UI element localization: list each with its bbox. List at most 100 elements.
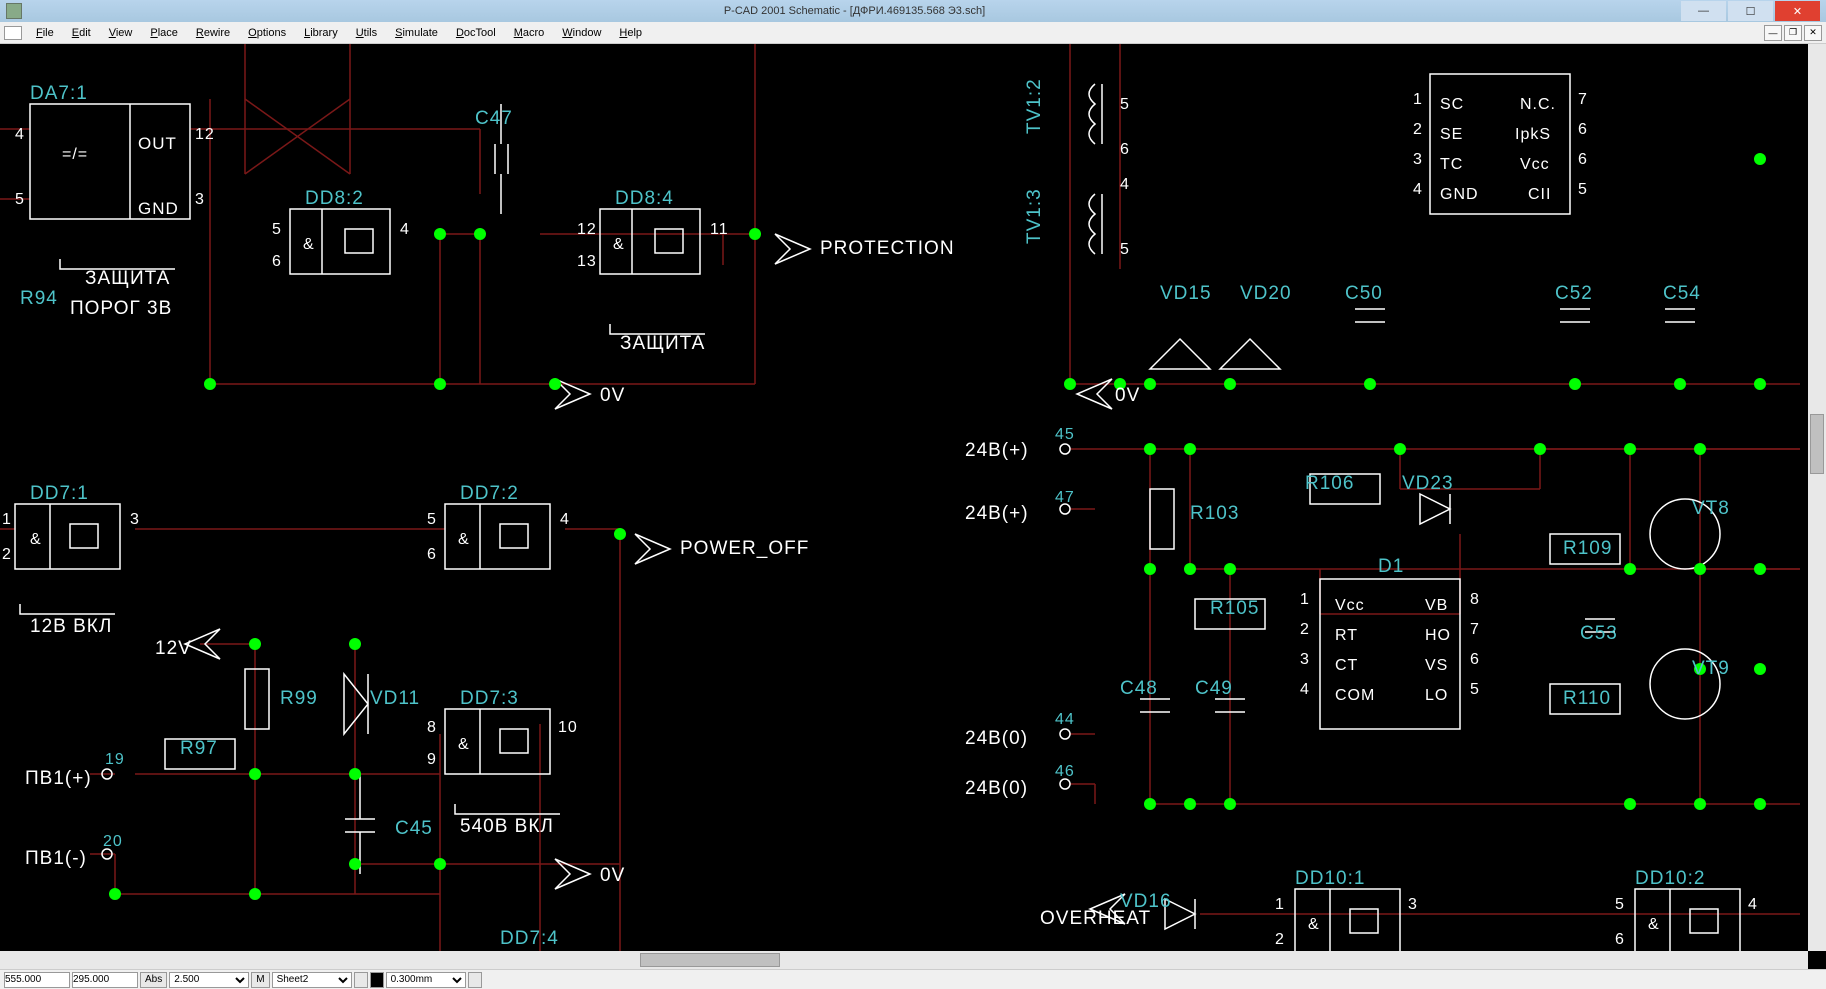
menu-help[interactable]: Help bbox=[611, 25, 650, 41]
mdi-close[interactable]: ✕ bbox=[1804, 25, 1822, 41]
menu-utils[interactable]: Utils bbox=[348, 25, 385, 41]
svg-text:8: 8 bbox=[427, 719, 437, 736]
menu-library[interactable]: Library bbox=[296, 25, 346, 41]
svg-text:5: 5 bbox=[427, 511, 437, 528]
label-C54: C54 bbox=[1663, 283, 1701, 304]
label-DD8-2: DD8:2 bbox=[305, 188, 364, 209]
svg-text:3: 3 bbox=[1413, 151, 1423, 168]
d1-vcc: Vcc bbox=[1335, 597, 1365, 614]
label-TV1-3: TV1:3 bbox=[1024, 188, 1045, 244]
ic-se: SE bbox=[1440, 126, 1463, 143]
svg-text:45: 45 bbox=[1055, 426, 1075, 443]
label-R105: R105 bbox=[1210, 598, 1259, 619]
menu-rewire[interactable]: Rewire bbox=[188, 25, 238, 41]
menu-edit[interactable]: Edit bbox=[64, 25, 99, 41]
svg-text:6: 6 bbox=[272, 253, 282, 270]
svg-text:&: & bbox=[458, 736, 470, 753]
label-12bvkl: 12B ВКЛ bbox=[30, 616, 112, 637]
svg-text:12: 12 bbox=[195, 126, 215, 143]
svg-text:&: & bbox=[30, 531, 42, 548]
svg-text:5: 5 bbox=[15, 191, 25, 208]
svg-text:6: 6 bbox=[1470, 651, 1480, 668]
svg-text:4: 4 bbox=[15, 126, 25, 143]
net-12v: 12V bbox=[155, 638, 192, 659]
label-D1: D1 bbox=[1378, 556, 1404, 577]
status-width-select[interactable]: 0.300mm bbox=[386, 972, 466, 988]
menu-doctool[interactable]: DocTool bbox=[448, 25, 504, 41]
ic-sc: SC bbox=[1440, 96, 1464, 113]
ic-vccp: Vcc bbox=[1520, 156, 1550, 173]
svg-text:6: 6 bbox=[1615, 931, 1625, 948]
menu-options[interactable]: Options bbox=[240, 25, 294, 41]
svg-text:5: 5 bbox=[272, 221, 282, 238]
mdi-restore[interactable]: ❐ bbox=[1784, 25, 1802, 41]
svg-text:7: 7 bbox=[1578, 91, 1588, 108]
label-C48: C48 bbox=[1120, 678, 1158, 699]
svg-text:&: & bbox=[1648, 916, 1660, 933]
label-R97: R97 bbox=[180, 738, 218, 759]
menu-place[interactable]: Place bbox=[142, 25, 186, 41]
label-DD7-4: DD7:4 bbox=[500, 928, 559, 949]
close-button[interactable]: ✕ bbox=[1775, 1, 1820, 21]
vertical-scrollbar[interactable] bbox=[1808, 44, 1826, 951]
d1-ct: CT bbox=[1335, 657, 1358, 674]
svg-text:4: 4 bbox=[1748, 896, 1758, 913]
menu-window[interactable]: Window bbox=[554, 25, 609, 41]
svg-text:3: 3 bbox=[1408, 896, 1418, 913]
label-DD7-1: DD7:1 bbox=[30, 483, 89, 504]
svg-text:&: & bbox=[303, 236, 315, 253]
label-DD8-4: DD8:4 bbox=[615, 188, 674, 209]
h-scroll-thumb[interactable] bbox=[640, 953, 780, 967]
d1-ho: HO bbox=[1425, 627, 1451, 644]
menu-file[interactable]: File bbox=[28, 25, 62, 41]
status-x[interactable] bbox=[4, 972, 70, 988]
svg-text:3: 3 bbox=[195, 191, 205, 208]
menu-macro[interactable]: Macro bbox=[506, 25, 553, 41]
label-C49: C49 bbox=[1195, 678, 1233, 699]
svg-text:47: 47 bbox=[1055, 489, 1075, 506]
svg-text:2: 2 bbox=[2, 546, 12, 563]
menu-simulate[interactable]: Simulate bbox=[387, 25, 446, 41]
d1-com: COM bbox=[1335, 687, 1375, 704]
status-grid-select[interactable]: 2.500 bbox=[169, 972, 249, 988]
status-misc[interactable] bbox=[468, 972, 482, 988]
label-R94: R94 bbox=[20, 288, 58, 309]
svg-text:1: 1 bbox=[1275, 896, 1285, 913]
ic-tc: TC bbox=[1440, 156, 1463, 173]
maximize-button[interactable]: ☐ bbox=[1728, 1, 1773, 21]
d1-rt: RT bbox=[1335, 627, 1358, 644]
status-y[interactable] bbox=[72, 972, 138, 988]
status-color-2[interactable] bbox=[370, 972, 384, 988]
status-color-1[interactable] bbox=[354, 972, 368, 988]
svg-text:11: 11 bbox=[710, 221, 729, 238]
v-scroll-thumb[interactable] bbox=[1810, 414, 1824, 474]
status-mode-button[interactable]: Abs bbox=[140, 972, 167, 988]
minimize-button[interactable]: — bbox=[1681, 1, 1726, 21]
svg-text:10: 10 bbox=[558, 719, 578, 736]
status-m-button[interactable]: M bbox=[251, 972, 269, 988]
svg-text:4: 4 bbox=[400, 221, 410, 238]
label-TV1-2: TV1:2 bbox=[1024, 78, 1045, 134]
net-24bp-1: 24B(+) bbox=[965, 440, 1029, 461]
svg-text:4: 4 bbox=[560, 511, 570, 528]
net-24bp-2: 24B(+) bbox=[965, 503, 1029, 524]
net-0v-3: 0V bbox=[1115, 385, 1140, 406]
label-DD10-1: DD10:1 bbox=[1295, 868, 1365, 889]
mdi-minimize[interactable]: — bbox=[1764, 25, 1782, 41]
menu-view[interactable]: View bbox=[101, 25, 141, 41]
svg-text:7: 7 bbox=[1470, 621, 1480, 638]
label-540bvkl: 540B ВКЛ bbox=[460, 816, 554, 837]
schematic-svg: DA7:1 DD8:2 DD8:4 DD7:1 DD7:2 DD7:3 DD7:… bbox=[0, 44, 1826, 969]
svg-text:&: & bbox=[458, 531, 470, 548]
svg-text:5: 5 bbox=[1120, 241, 1130, 258]
horizontal-scrollbar[interactable] bbox=[0, 951, 1808, 969]
label-DD7-2: DD7:2 bbox=[460, 483, 519, 504]
ic-cii: CII bbox=[1528, 186, 1551, 203]
schematic-canvas[interactable]: DA7:1 DD8:2 DD8:4 DD7:1 DD7:2 DD7:3 DD7:… bbox=[0, 44, 1826, 969]
svg-text:46: 46 bbox=[1055, 763, 1075, 780]
status-sheet-select[interactable]: Sheet2 bbox=[272, 972, 352, 988]
label-DD7-3: DD7:3 bbox=[460, 688, 519, 709]
label-R103: R103 bbox=[1190, 503, 1239, 524]
svg-text:2: 2 bbox=[1300, 621, 1310, 638]
label-C45: C45 bbox=[395, 818, 433, 839]
